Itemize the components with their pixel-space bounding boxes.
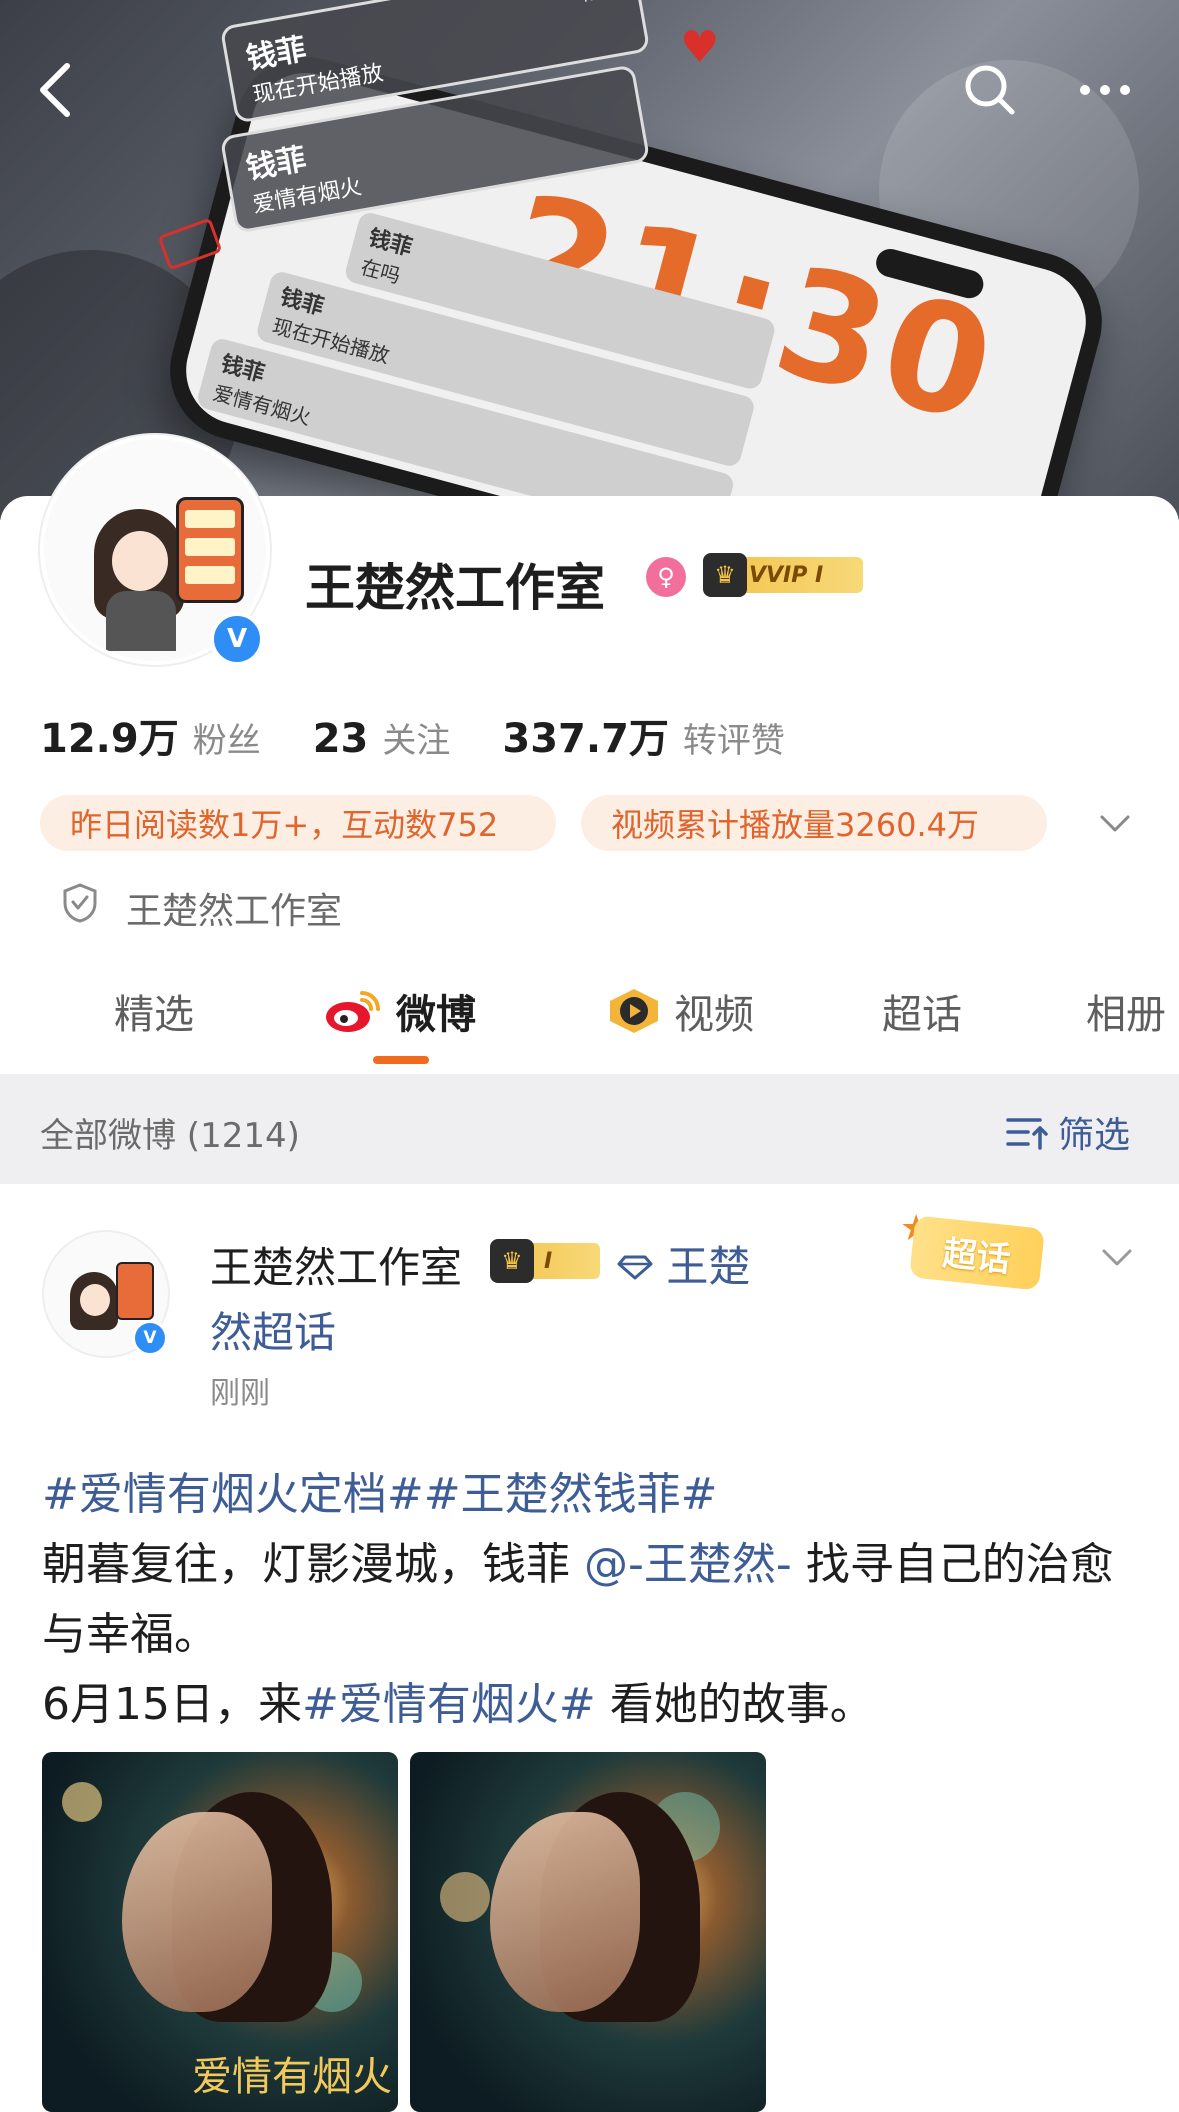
post-menu-chevron-icon[interactable]: [1100, 1240, 1134, 1274]
post-vip-badge[interactable]: ♛ I: [490, 1239, 600, 1283]
tab-video[interactable]: 视频: [604, 982, 754, 1040]
tab-featured[interactable]: 精选: [114, 982, 194, 1040]
followers-label[interactable]: 粉丝: [193, 713, 261, 762]
tab-album[interactable]: 相册: [1086, 982, 1166, 1040]
back-button[interactable]: [20, 55, 90, 125]
search-button[interactable]: [955, 55, 1025, 125]
post-timestamp: 刚刚: [210, 1376, 270, 1411]
verification-text: 王楚然工作室: [126, 891, 343, 932]
following-label[interactable]: 关注: [382, 713, 450, 762]
weibo-logo-icon: [326, 991, 380, 1032]
tab-weibo[interactable]: 微博: [322, 982, 476, 1040]
vvip-badge[interactable]: ♛ VVIP I: [703, 553, 863, 597]
hashtag-link[interactable]: #爱情有烟火#: [302, 1679, 596, 1730]
post-image[interactable]: 爱情有烟火: [42, 1752, 398, 2112]
video-play-icon: [610, 989, 658, 1033]
search-icon: [965, 65, 1015, 115]
interactions-count: 337.7万: [502, 716, 669, 762]
tab-super-topic[interactable]: 超话: [882, 982, 962, 1040]
verified-badge-icon: V: [210, 612, 264, 666]
female-gender-icon: ♀: [646, 557, 686, 597]
expand-chevron-down-icon[interactable]: [1098, 806, 1132, 840]
following-count[interactable]: 23: [313, 716, 369, 762]
crown-icon: ♛: [703, 553, 747, 597]
poster-title: 爱情有烟火: [192, 2054, 392, 2100]
heart-icon: ♥: [680, 22, 720, 73]
verified-badge-icon: V: [132, 1320, 168, 1356]
hashtag-link[interactable]: #爱情有烟火定档##王楚然钱菲#: [42, 1469, 717, 1520]
filter-icon: [1006, 1118, 1048, 1150]
more-button[interactable]: [1070, 55, 1140, 125]
reading-stats-pill[interactable]: 昨日阅读数1万+，互动数752: [40, 795, 556, 851]
all-posts-count[interactable]: 全部微博 (1214): [40, 1108, 300, 1157]
crown-icon: ♛: [490, 1239, 534, 1283]
back-arrow-icon: [40, 63, 70, 117]
video-plays-pill[interactable]: 视频累计播放量3260.4万: [581, 795, 1047, 851]
interactions-label: 转评赞: [682, 721, 785, 761]
followers-count[interactable]: 12.9万: [40, 706, 179, 764]
post-image[interactable]: [410, 1752, 766, 2112]
profile-name: 王楚然工作室: [305, 559, 605, 617]
post-author-name[interactable]: 王楚然工作室: [210, 1234, 462, 1295]
active-tab-indicator: [373, 1056, 429, 1064]
profile-stats: 12.9万 粉丝 23 关注 337.7万 转评赞: [40, 706, 837, 764]
mention-link[interactable]: @-王楚然-: [584, 1539, 792, 1590]
filter-button[interactable]: 筛选: [1006, 1106, 1130, 1158]
post-body: #爱情有烟火定档##王楚然钱菲# 朝暮复往，灯影漫城，钱菲 @-王楚然- 找寻自…: [42, 1469, 1114, 1730]
diamond-icon: [617, 1255, 653, 1280]
super-topic-badge[interactable]: 超话: [909, 1215, 1045, 1291]
shield-verified-icon: [63, 883, 97, 923]
more-dots-icon: [1080, 85, 1130, 95]
